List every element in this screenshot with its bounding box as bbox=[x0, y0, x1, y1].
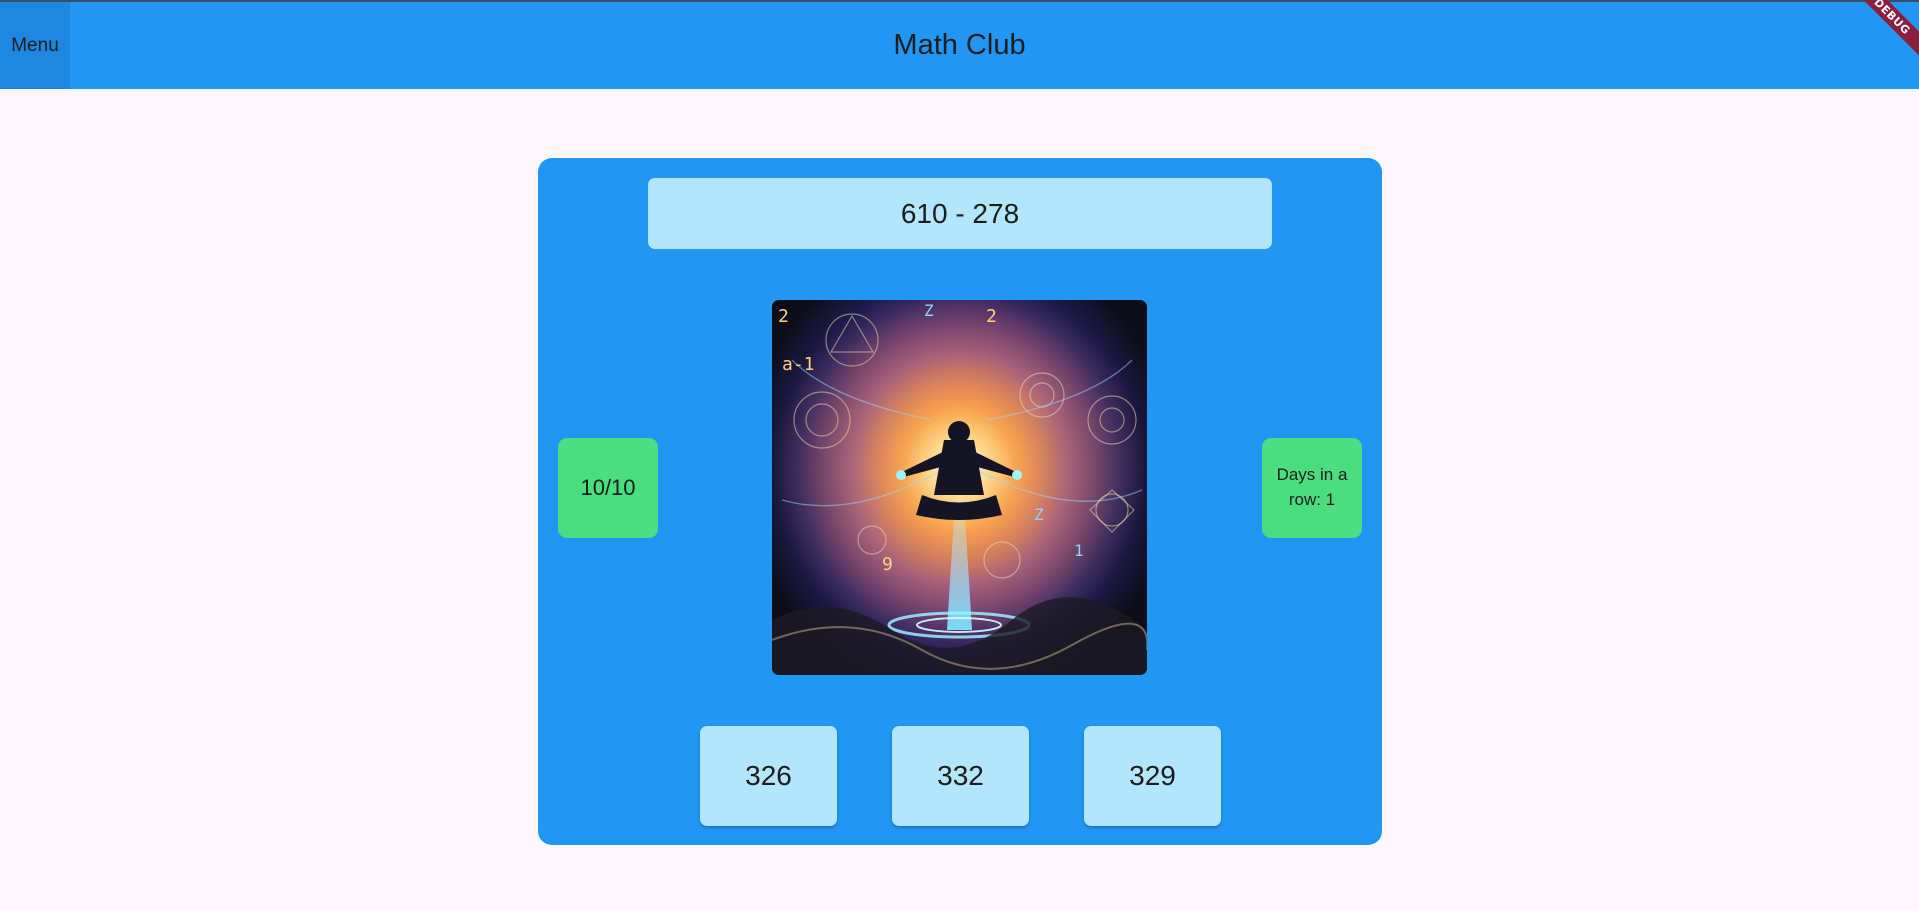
question-display: 610 - 278 bbox=[648, 178, 1272, 249]
streak-badge: Days in a row: 1 bbox=[1262, 438, 1362, 538]
svg-text:2: 2 bbox=[986, 306, 997, 327]
svg-text:9: 9 bbox=[882, 554, 893, 575]
answer-button-1[interactable]: 326 bbox=[700, 726, 837, 826]
score-badge: 10/10 bbox=[558, 438, 658, 538]
answer-button-2[interactable]: 332 bbox=[892, 726, 1029, 826]
svg-text:a-1: a-1 bbox=[782, 354, 815, 375]
svg-text:1: 1 bbox=[1074, 541, 1084, 560]
math-wizard-image: 2 a-1 2 9 Z Z 1 bbox=[772, 300, 1147, 675]
app-title: Math Club bbox=[893, 29, 1026, 61]
svg-text:Z: Z bbox=[1034, 505, 1044, 524]
svg-text:Z: Z bbox=[924, 301, 934, 320]
answer-button-3[interactable]: 329 bbox=[1084, 726, 1221, 826]
app-bar: Menu Math Club bbox=[0, 2, 1919, 89]
game-card: 610 - 278 10/10 2 a-1 2 9 Z Z 1 Days in … bbox=[538, 158, 1382, 845]
menu-button[interactable]: Menu bbox=[0, 2, 70, 89]
svg-text:2: 2 bbox=[778, 306, 789, 327]
